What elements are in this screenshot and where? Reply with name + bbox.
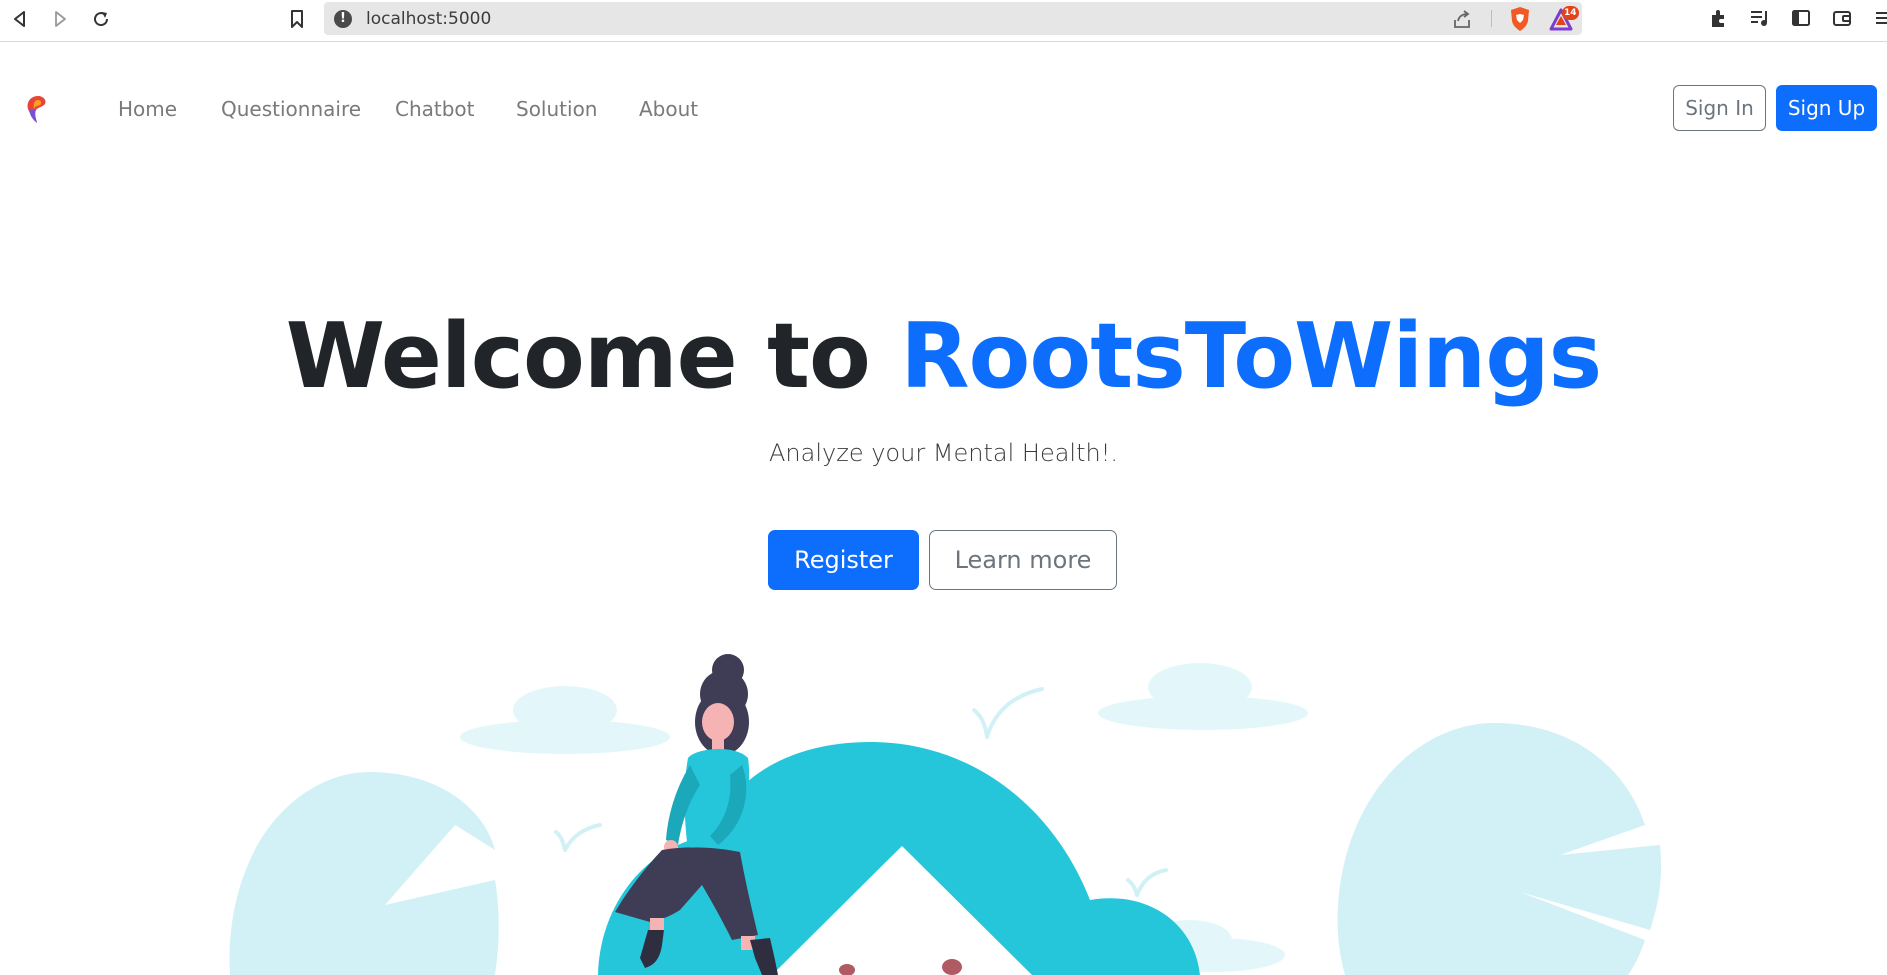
reload-icon[interactable] bbox=[89, 7, 113, 31]
share-icon[interactable] bbox=[1451, 8, 1473, 30]
brave-shields-icon[interactable] bbox=[1508, 6, 1532, 32]
sign-up-button[interactable]: Sign Up bbox=[1776, 85, 1877, 131]
cloud-left bbox=[460, 686, 670, 754]
rewards-count-badge: 14 bbox=[1562, 6, 1579, 20]
address-bar[interactable]: ! localhost:5000 14 bbox=[324, 2, 1582, 35]
sidebar-icon[interactable] bbox=[1790, 7, 1814, 31]
left-circle-tree bbox=[229, 772, 499, 975]
sign-in-button[interactable]: Sign In bbox=[1673, 85, 1766, 131]
hero-illustration bbox=[0, 640, 1887, 975]
site-logo[interactable] bbox=[24, 94, 52, 124]
nav-link-solution[interactable]: Solution bbox=[516, 97, 597, 121]
nav-link-questionnaire[interactable]: Questionnaire bbox=[221, 97, 361, 121]
hero-title-brand: RootsToWings bbox=[900, 304, 1602, 409]
forward-icon[interactable] bbox=[48, 7, 72, 31]
extensions-icon[interactable] bbox=[1708, 7, 1732, 31]
url-text[interactable]: localhost:5000 bbox=[366, 9, 491, 29]
address-bar-divider bbox=[1491, 10, 1492, 27]
bookmark-icon[interactable] bbox=[285, 7, 309, 31]
menu-icon[interactable] bbox=[1872, 7, 1887, 31]
media-playlist-icon[interactable] bbox=[1749, 7, 1773, 31]
nav-link-home[interactable]: Home bbox=[118, 97, 177, 121]
learn-more-button[interactable]: Learn more bbox=[929, 530, 1117, 590]
back-icon[interactable] bbox=[8, 7, 32, 31]
register-button[interactable]: Register bbox=[768, 530, 919, 590]
cloud-right bbox=[1098, 663, 1308, 730]
nav-link-chatbot[interactable]: Chatbot bbox=[395, 97, 475, 121]
site-info-icon[interactable]: ! bbox=[334, 10, 352, 28]
hero-title-prefix: Welcome to bbox=[285, 304, 901, 409]
browser-toolbar: ! localhost:5000 14 bbox=[0, 0, 1887, 42]
hero-subtitle: Analyze your Mental Health!. bbox=[769, 439, 1118, 467]
wallet-icon[interactable] bbox=[1831, 7, 1855, 31]
hero-title: Welcome to RootsToWings bbox=[0, 302, 1887, 412]
right-circle-tree bbox=[1337, 723, 1662, 975]
nav-link-about[interactable]: About bbox=[639, 97, 698, 121]
